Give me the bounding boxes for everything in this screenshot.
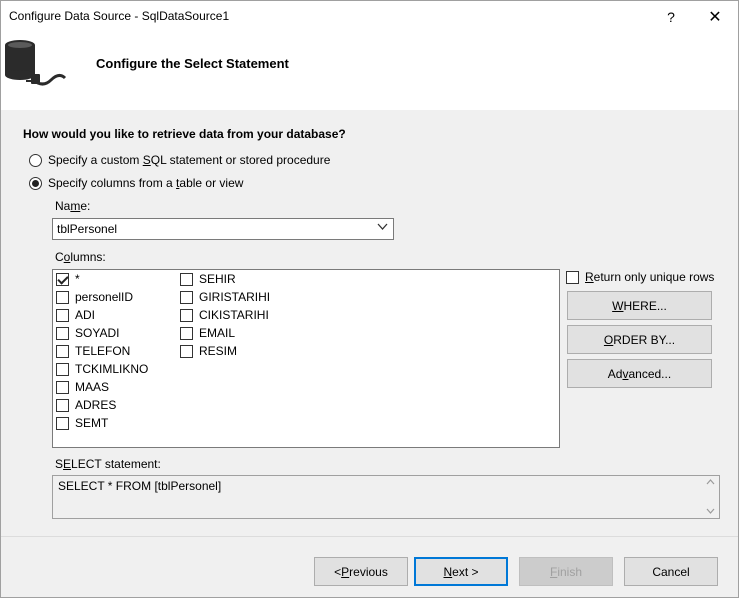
column-checkbox[interactable] <box>56 362 69 376</box>
unique-rows-checkbox-box[interactable] <box>566 270 579 284</box>
column-checkbox[interactable] <box>56 380 69 394</box>
title-bar: Configure Data Source - SqlDataSource1 ?… <box>1 1 738 32</box>
column-item-personelid[interactable]: personelID <box>56 288 133 306</box>
column-item-telefon[interactable]: TELEFON <box>56 342 130 360</box>
column-checkbox[interactable] <box>180 308 193 322</box>
column-label: RESIM <box>199 344 238 358</box>
scroll-down-icon[interactable] <box>706 507 715 516</box>
column-label: MAAS <box>75 380 110 394</box>
where-button[interactable]: W HERE... <box>567 291 712 320</box>
column-label: SEMT <box>75 416 109 430</box>
unique-rows-checkbox[interactable]: Return only unique rows <box>566 270 714 284</box>
page-heading: Configure the Select Statement <box>96 56 289 71</box>
column-item-cikistarihi[interactable]: CIKISTARIHI <box>180 306 269 324</box>
chevron-down-icon[interactable] <box>377 223 388 234</box>
column-label: * <box>75 272 80 286</box>
column-label: TELEFON <box>75 344 131 358</box>
column-label: ADI <box>75 308 96 322</box>
radio-table-columns-indicator[interactable] <box>29 176 42 190</box>
select-statement-text: SELECT * FROM [tblPersonel] <box>58 479 222 493</box>
column-item-adres[interactable]: ADRES <box>56 396 116 414</box>
column-checkbox[interactable] <box>180 344 193 358</box>
radio-custom-sql-indicator[interactable] <box>29 153 42 167</box>
column-checkbox[interactable] <box>56 272 69 286</box>
column-checkbox[interactable] <box>180 290 193 304</box>
column-item-sehir[interactable]: SEHIR <box>180 270 236 288</box>
wizard-footer: < Previous Next > Finish Cancel <box>1 536 738 597</box>
column-checkbox[interactable] <box>56 326 69 340</box>
radio-table-columns[interactable]: Specify columns from a table or view <box>29 176 243 190</box>
radio-table-columns-label: Specify columns from a table or view <box>48 176 244 190</box>
column-label: GIRISTARIHI <box>199 290 271 304</box>
wizard-body: How would you like to retrieve data from… <box>1 110 738 536</box>
table-name-dropdown[interactable]: tblPersonel <box>52 218 394 240</box>
column-label: TCKIMLIKNO <box>75 362 149 376</box>
column-item-resim[interactable]: RESIM <box>180 342 237 360</box>
retrieve-question: How would you like to retrieve data from… <box>23 127 346 141</box>
advanced-button[interactable]: Ad v anced... <box>567 359 712 388</box>
columns-label: Columns: <box>55 250 106 264</box>
order-by-button[interactable]: O RDER BY... <box>567 325 712 354</box>
radio-custom-sql[interactable]: Specify a custom SQL statement or stored… <box>29 153 330 167</box>
dialog-window: Configure Data Source - SqlDataSource1 ?… <box>0 0 739 598</box>
column-checkbox[interactable] <box>56 290 69 304</box>
column-checkbox[interactable] <box>180 272 193 286</box>
column-item-soyadi[interactable]: SOYADI <box>56 324 119 342</box>
close-button[interactable]: ✕ <box>693 1 737 32</box>
scroll-up-icon[interactable] <box>706 478 715 487</box>
select-statement-label: SELECT statement: <box>55 457 161 471</box>
column-label: CIKISTARIHI <box>199 308 269 322</box>
column-checkbox[interactable] <box>56 344 69 358</box>
column-item-star[interactable]: * <box>56 270 80 288</box>
help-button[interactable]: ? <box>649 1 693 32</box>
column-item-semt[interactable]: SEMT <box>56 414 108 432</box>
cancel-button[interactable]: Cancel <box>624 557 718 586</box>
select-statement-field[interactable]: SELECT * FROM [tblPersonel] <box>52 475 720 519</box>
column-checkbox[interactable] <box>56 416 69 430</box>
radio-custom-sql-label: Specify a custom SQL statement or stored… <box>48 153 331 167</box>
column-checkbox[interactable] <box>56 398 69 412</box>
column-label: SEHIR <box>199 272 236 286</box>
column-item-adi[interactable]: ADI <box>56 306 95 324</box>
previous-button[interactable]: < Previous <box>314 557 408 586</box>
wizard-header: Configure the Select Statement <box>1 32 738 110</box>
column-item-tckimlikno[interactable]: TCKIMLIKNO <box>56 360 148 378</box>
column-checkbox[interactable] <box>56 308 69 322</box>
column-item-maas[interactable]: MAAS <box>56 378 109 396</box>
columns-list[interactable]: * personelID ADI SOYADI TELEFON TCKIMLIK… <box>52 269 560 448</box>
finish-button[interactable]: Finish <box>519 557 613 586</box>
column-label: EMAIL <box>199 326 236 340</box>
column-label: personelID <box>75 290 134 304</box>
column-label: SOYADI <box>75 326 120 340</box>
column-checkbox[interactable] <box>180 326 193 340</box>
column-label: ADRES <box>75 398 117 412</box>
window-title: Configure Data Source - SqlDataSource1 <box>9 9 230 23</box>
next-button[interactable]: Next > <box>414 557 508 586</box>
unique-rows-label: Return only unique rows <box>585 270 715 284</box>
name-label: Name: <box>55 199 91 213</box>
column-item-email[interactable]: EMAIL <box>180 324 235 342</box>
column-item-giristarihi[interactable]: GIRISTARIHI <box>180 288 270 306</box>
database-plug-icon <box>3 36 67 95</box>
table-name-value: tblPersonel <box>57 222 118 236</box>
